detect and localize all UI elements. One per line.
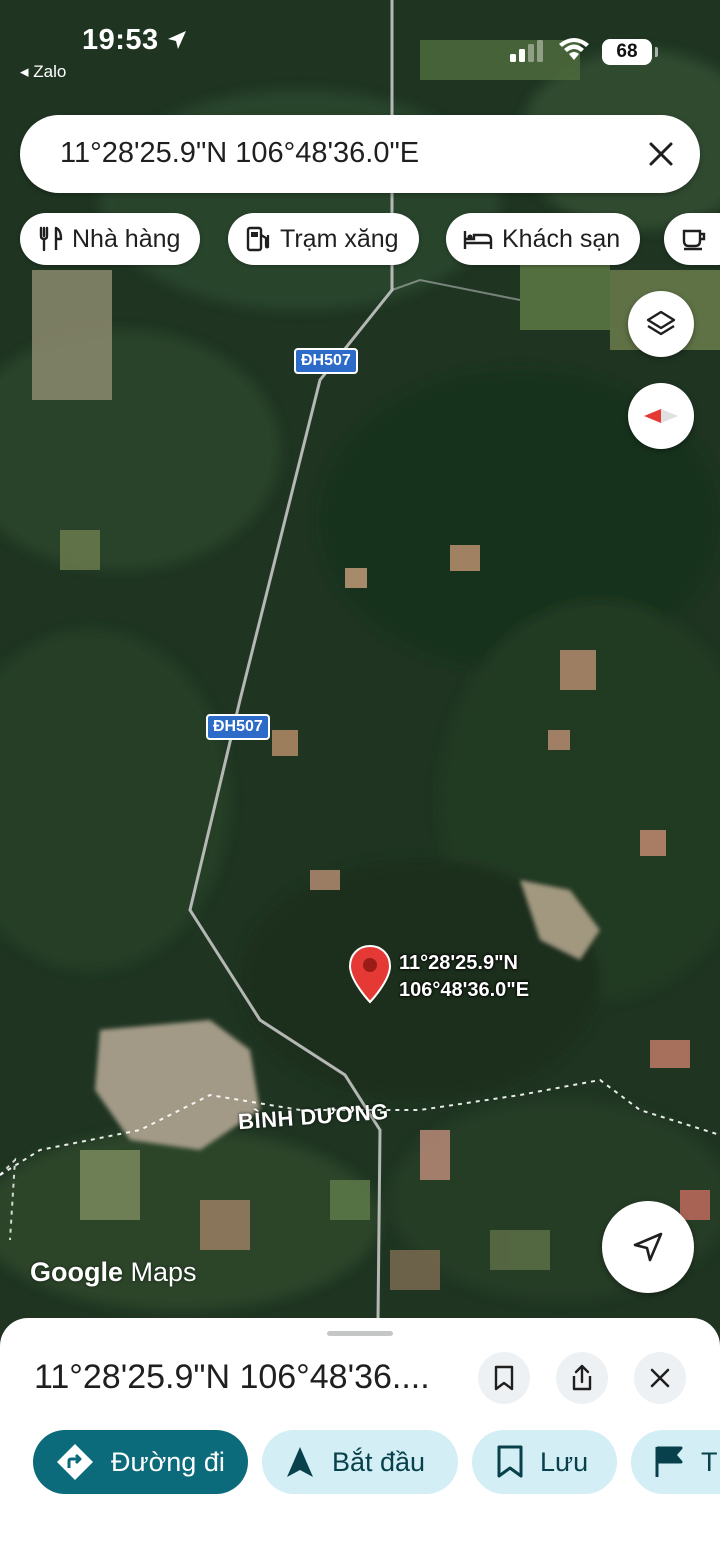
pin-coordinates-label: 11°28'25.9"N 106°48'36.0"E [399,950,529,1004]
google-maps-logo: Google Maps [30,1257,197,1288]
location-pin-icon[interactable] [348,944,392,1006]
save-bookmark-icon [497,1445,523,1478]
start-label: Bắt đầu [332,1446,426,1477]
road-shield-dh507-north: ĐH507 [294,348,358,374]
chip-restaurants-label: Nhà hàng [72,224,181,253]
share-icon [572,1364,592,1391]
save-label: Lưu [540,1446,589,1477]
wifi-icon [559,38,589,60]
chip-cafes[interactable] [664,213,720,265]
battery-indicator: 68 [602,39,658,65]
road-shield-dh507-south: ĐH507 [206,714,270,740]
directions-label: Đường đi [111,1446,225,1477]
bookmark-icon [494,1365,514,1391]
bookmark-button[interactable] [478,1352,530,1404]
directions-button[interactable]: Đường đi [33,1430,248,1494]
clear-search-icon[interactable] [644,137,678,171]
logo-maps-text: Maps [123,1257,197,1287]
layers-icon [646,310,676,336]
more-label: T [701,1446,718,1477]
search-query[interactable]: 11°28'25.9"N 106°48'36.0"E [60,137,419,170]
place-title: 11°28'25.9"N 106°48'36.... [34,1358,430,1396]
gas-station-icon [246,226,270,252]
chip-hotels[interactable]: Khách sạn [446,213,641,265]
navigation-arrow-icon [633,1232,663,1262]
compass-button[interactable] [628,383,694,449]
close-sheet-button[interactable] [634,1352,686,1404]
pin-longitude: 106°48'36.0"E [399,979,530,1001]
layers-button[interactable] [628,291,694,357]
logo-google-text: Google [30,1257,123,1287]
sheet-drag-handle[interactable] [327,1331,393,1336]
restaurant-icon [39,226,63,252]
compass-icon [644,409,678,423]
hotel-icon [463,231,493,249]
navigation-icon [287,1447,313,1477]
back-to-app-link[interactable]: ◂ Zalo [20,62,66,82]
start-navigation-button[interactable]: Bắt đầu [262,1430,458,1494]
cellular-signal-icon [510,40,543,62]
category-chips: Nhà hàng Trạm xăng Khách sạn [20,213,720,265]
my-location-button[interactable] [602,1201,694,1293]
coffee-icon [682,229,706,251]
close-icon [650,1368,670,1388]
save-button[interactable]: Lưu [472,1430,617,1494]
search-bar[interactable]: 11°28'25.9"N 106°48'36.0"E [20,115,700,193]
more-actions-button[interactable]: T [631,1430,720,1494]
place-bottom-sheet[interactable]: 11°28'25.9"N 106°48'36.... Đường đi Bắt … [0,1318,720,1564]
directions-icon [57,1444,93,1480]
chip-gas-stations-label: Trạm xăng [280,224,399,253]
chip-restaurants[interactable]: Nhà hàng [20,213,201,265]
chip-hotels-label: Khách sạn [502,224,621,253]
chip-gas-stations[interactable]: Trạm xăng [228,213,419,265]
flag-icon [655,1446,683,1477]
status-bar: 19:53 ◂ Zalo 68 [0,0,720,100]
status-time: 19:53 [82,24,159,56]
location-arrow-icon [168,31,186,49]
pin-latitude: 11°28'25.9"N [399,952,518,974]
share-button[interactable] [556,1352,608,1404]
